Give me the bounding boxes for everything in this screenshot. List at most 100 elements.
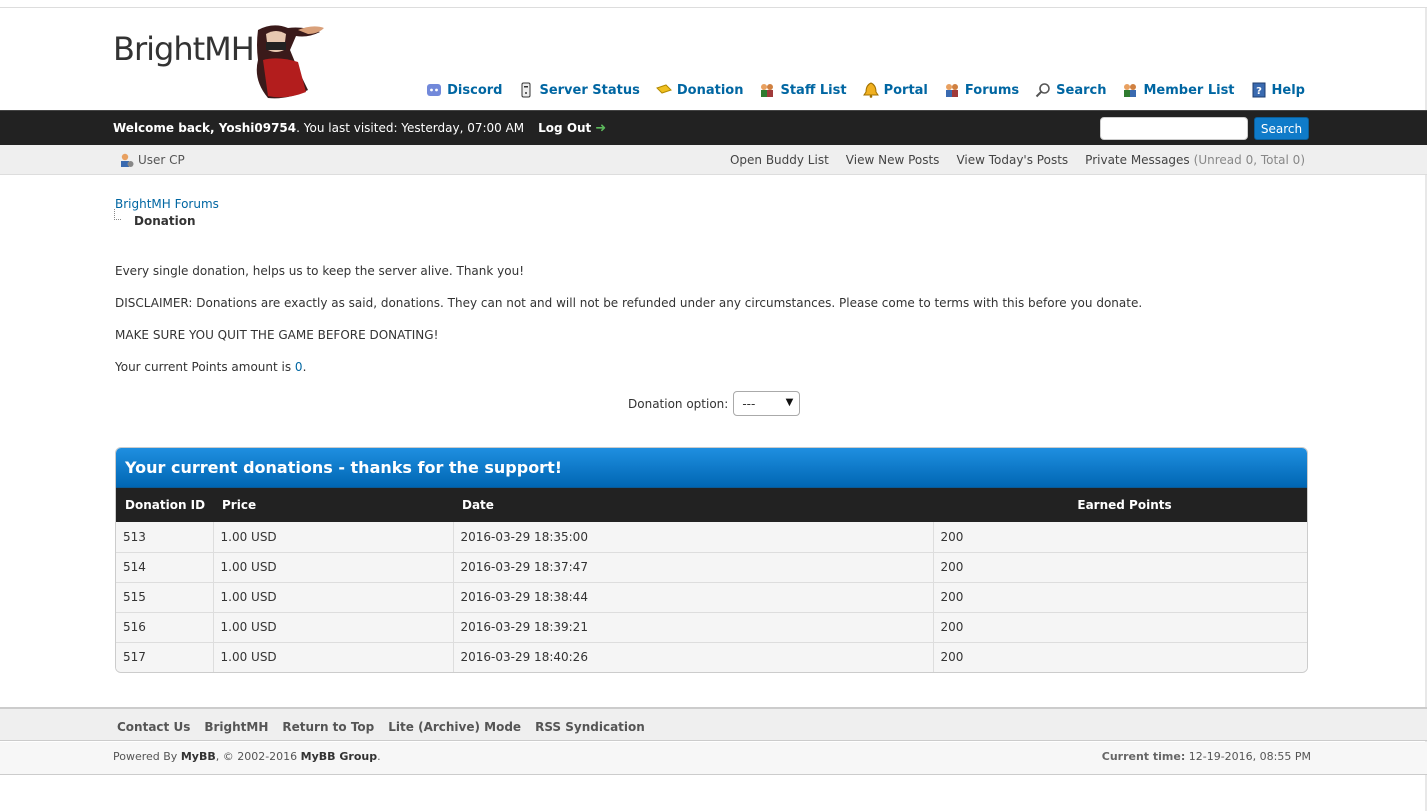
staff-icon xyxy=(761,84,774,97)
breadcrumb-current: Donation xyxy=(114,209,219,228)
donation-icon xyxy=(655,84,672,94)
table-row: 515 1.00 USD 2016-03-29 18:38:44 200 xyxy=(116,582,1307,613)
view-new-posts-link[interactable]: View New Posts xyxy=(846,153,940,167)
cell-donation-id: 517 xyxy=(116,642,214,672)
footer-links-bar: Contact Us BrightMH Return to Top Lite (… xyxy=(0,707,1427,741)
logout-arrow-icon: ➜ xyxy=(595,120,607,136)
powered-prefix: Powered By xyxy=(113,750,181,763)
private-messages[interactable]: Private Messages (Unread 0, Total 0) xyxy=(1085,153,1305,167)
menu-label: Staff List xyxy=(780,82,847,98)
cell-price: 1.00 USD xyxy=(213,522,454,553)
lite-mode-link[interactable]: Lite (Archive) Mode xyxy=(388,720,521,734)
menu-discord[interactable]: Discord xyxy=(426,82,502,98)
menu-label: Server Status xyxy=(539,82,640,98)
usercp-label: User CP xyxy=(138,153,185,167)
menu-member-list[interactable]: Member List xyxy=(1122,82,1235,98)
view-todays-posts-link[interactable]: View Today's Posts xyxy=(956,153,1068,167)
contact-us-link[interactable]: Contact Us xyxy=(117,720,190,734)
rss-syndication-link[interactable]: RSS Syndication xyxy=(535,720,645,734)
logout-label: Log Out xyxy=(538,121,592,135)
donations-table: Your current donations - thanks for the … xyxy=(115,447,1308,673)
table-row: 513 1.00 USD 2016-03-29 18:35:00 200 xyxy=(116,522,1307,553)
welcome-greeting: Welcome back, Yoshi09754 xyxy=(113,121,297,135)
private-messages-link[interactable]: Private Messages xyxy=(1085,153,1190,167)
last-visited: . You last visited: Yesterday, 07:00 AM xyxy=(296,121,525,135)
mybb-group-link[interactable]: MyBB Group xyxy=(301,750,377,763)
cell-date: 2016-03-29 18:38:44 xyxy=(453,582,934,613)
site-logo[interactable]: BrightMH xyxy=(113,20,328,102)
cell-donation-id: 513 xyxy=(116,522,214,553)
donations-grid: Donation ID Price Date Earned Points 513… xyxy=(116,488,1307,672)
svg-text:?: ? xyxy=(1256,86,1262,97)
table-row: 516 1.00 USD 2016-03-29 18:39:21 200 xyxy=(116,612,1307,643)
menu-search[interactable]: Search xyxy=(1035,82,1106,98)
brightmh-link[interactable]: BrightMH xyxy=(204,720,268,734)
cell-date: 2016-03-29 18:35:00 xyxy=(453,522,934,553)
open-buddy-list-link[interactable]: Open Buddy List xyxy=(730,153,829,167)
cell-earned-points: 200 xyxy=(933,552,1307,583)
cell-price: 1.00 USD xyxy=(213,612,454,643)
powered-copyright: , © 2002-2016 xyxy=(215,750,301,763)
menu-label: Forums xyxy=(964,82,1020,98)
cell-donation-id: 516 xyxy=(116,612,214,643)
bell-icon xyxy=(862,82,879,98)
welcome-bar: Welcome back, Yoshi09754. You last visit… xyxy=(0,110,1427,145)
cell-earned-points: 200 xyxy=(933,612,1307,643)
header-donation-id: Donation ID xyxy=(116,488,213,522)
menu-label: Discord xyxy=(447,82,503,98)
breadcrumb-forums-link[interactable]: BrightMH Forums xyxy=(115,197,219,211)
table-row: 517 1.00 USD 2016-03-29 18:40:26 200 xyxy=(116,642,1307,672)
footer-links: Contact Us BrightMH Return to Top Lite (… xyxy=(117,720,659,734)
points-prefix: Your current Points amount is xyxy=(115,360,295,374)
menu-portal[interactable]: Portal xyxy=(862,82,928,98)
breadcrumb: BrightMH Forums Donation xyxy=(114,197,219,228)
disclaimer-text: DISCLAIMER: Donations are exactly as sai… xyxy=(115,296,1143,310)
header-earned-points: Earned Points xyxy=(933,488,1307,522)
mybb-link[interactable]: MyBB xyxy=(181,750,216,763)
menu-help[interactable]: ? Help xyxy=(1251,82,1305,98)
main-menu: Discord Server Status Donation Staff Lis… xyxy=(410,82,1305,98)
members-icon xyxy=(1124,84,1137,97)
powered-end: . xyxy=(377,750,381,763)
header: BrightMH Discord Server Status Donation … xyxy=(0,8,1427,110)
help-icon: ? xyxy=(1252,82,1266,98)
cell-earned-points: 200 xyxy=(933,582,1307,613)
table-header-row: Donation ID Price Date Earned Points xyxy=(116,488,1307,522)
cell-donation-id: 514 xyxy=(116,552,214,583)
quit-warning-text: MAKE SURE YOU QUIT THE GAME BEFORE DONAT… xyxy=(115,328,439,342)
menu-label: Search xyxy=(1056,82,1107,98)
user-links: Open Buddy List View New Posts View Toda… xyxy=(713,153,1305,167)
menu-donation[interactable]: Donation xyxy=(655,82,743,98)
logout-link[interactable]: Log Out ➜ xyxy=(538,121,606,136)
return-to-top-link[interactable]: Return to Top xyxy=(282,720,374,734)
menu-forums[interactable]: Forums xyxy=(944,82,1019,98)
cell-donation-id: 515 xyxy=(116,582,214,613)
points-value: 0 xyxy=(294,360,303,374)
header-date: Date xyxy=(453,488,933,522)
donation-option-select[interactable]: --- ▼ xyxy=(733,391,801,416)
current-time-label: Current time: xyxy=(1101,750,1186,763)
current-time-value: 12-19-2016, 08:55 PM xyxy=(1185,750,1311,763)
points-suffix: . xyxy=(302,360,307,374)
cell-date: 2016-03-29 18:40:26 xyxy=(453,642,934,672)
cell-price: 1.00 USD xyxy=(213,552,454,583)
menu-label: Portal xyxy=(883,82,928,98)
menu-server-status[interactable]: Server Status xyxy=(518,82,640,98)
cell-date: 2016-03-29 18:39:21 xyxy=(453,612,934,643)
footer-bottom: Powered By MyBB, © 2002-2016 MyBB Group.… xyxy=(0,742,1427,775)
header-price: Price xyxy=(213,488,453,522)
current-time: Current time: 12-19-2016, 08:55 PM xyxy=(1102,750,1311,763)
donation-option-value: --- xyxy=(742,396,756,411)
points-text: Your current Points amount is 0. xyxy=(115,360,306,374)
usercp-icon xyxy=(121,153,134,167)
donations-table-title: Your current donations - thanks for the … xyxy=(116,448,1307,488)
cell-earned-points: 200 xyxy=(933,522,1307,553)
breadcrumb-current-label: Donation xyxy=(134,214,196,228)
menu-staff-list[interactable]: Staff List xyxy=(759,82,847,98)
search-button[interactable]: Search xyxy=(1254,117,1309,140)
search-input[interactable] xyxy=(1100,117,1248,140)
cell-price: 1.00 USD xyxy=(213,642,454,672)
logo-ninja-art xyxy=(256,25,324,99)
usercp-link[interactable]: User CP xyxy=(118,152,185,168)
menu-label: Member List xyxy=(1143,82,1235,98)
